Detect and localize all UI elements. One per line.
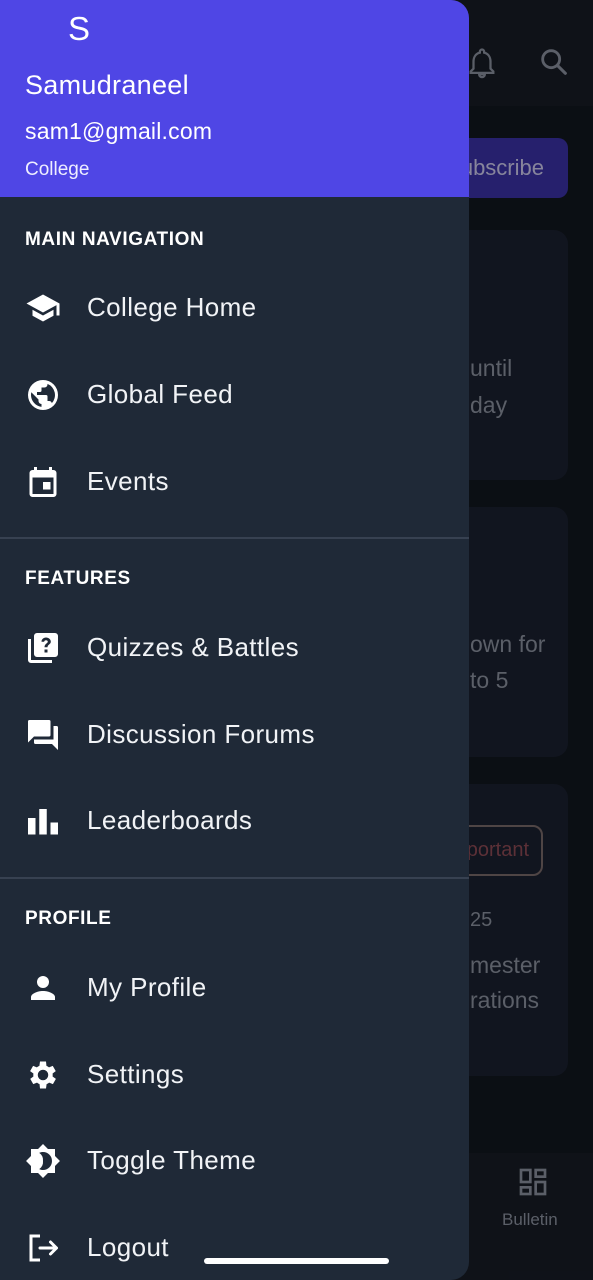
nav-item-label: Leaderboards: [87, 805, 253, 835]
nav-item-label: College Home: [87, 292, 257, 322]
nav-item-events[interactable]: Events: [0, 442, 469, 522]
nav-item-label: Events: [87, 466, 169, 496]
section-title-features: FEATURES: [25, 568, 131, 589]
nav-item-my-profile[interactable]: My Profile: [0, 948, 469, 1028]
leaderboard-icon: [25, 803, 61, 839]
forum-icon: [25, 717, 61, 753]
nav-item-discussion-forums[interactable]: Discussion Forums: [0, 695, 469, 775]
drawer-header: S Samudraneel sam1@gmail.com College: [0, 0, 469, 197]
section-divider: [0, 537, 469, 539]
logout-icon: [25, 1230, 61, 1266]
user-name: Samudraneel: [25, 70, 189, 100]
nav-item-label: My Profile: [87, 972, 207, 1002]
nav-item-label: Quizzes & Battles: [87, 632, 299, 662]
nav-item-settings[interactable]: Settings: [0, 1035, 469, 1115]
nav-item-label: Global Feed: [87, 379, 234, 409]
nav-item-label: Discussion Forums: [87, 719, 315, 749]
school-icon: [25, 290, 61, 326]
calendar-icon: [25, 464, 61, 500]
nav-item-quizzes-battles[interactable]: Quizzes & Battles: [0, 608, 469, 688]
theme-icon: [25, 1143, 61, 1179]
nav-item-toggle-theme[interactable]: Toggle Theme: [0, 1121, 469, 1201]
nav-item-logout[interactable]: Logout: [0, 1208, 469, 1280]
user-email: sam1@gmail.com: [25, 118, 213, 144]
avatar[interactable]: S: [68, 10, 90, 48]
nav-item-global-feed[interactable]: Global Feed: [0, 355, 469, 435]
globe-icon: [25, 377, 61, 413]
user-college: College: [25, 159, 90, 180]
home-indicator[interactable]: [204, 1258, 389, 1264]
section-title-main-navigation: MAIN NAVIGATION: [25, 229, 205, 250]
quiz-icon: [25, 630, 61, 666]
gear-icon: [25, 1057, 61, 1093]
nav-item-label: Settings: [87, 1059, 185, 1089]
nav-item-label: Logout: [87, 1232, 169, 1262]
nav-item-label: Toggle Theme: [87, 1145, 257, 1175]
navigation-drawer: S Samudraneel sam1@gmail.com College MAI…: [0, 0, 469, 1280]
person-icon: [25, 970, 61, 1006]
section-divider: [0, 877, 469, 879]
nav-item-college-home[interactable]: College Home: [0, 268, 469, 348]
section-title-profile: PROFILE: [25, 908, 112, 929]
nav-item-leaderboards[interactable]: Leaderboards: [0, 781, 469, 861]
